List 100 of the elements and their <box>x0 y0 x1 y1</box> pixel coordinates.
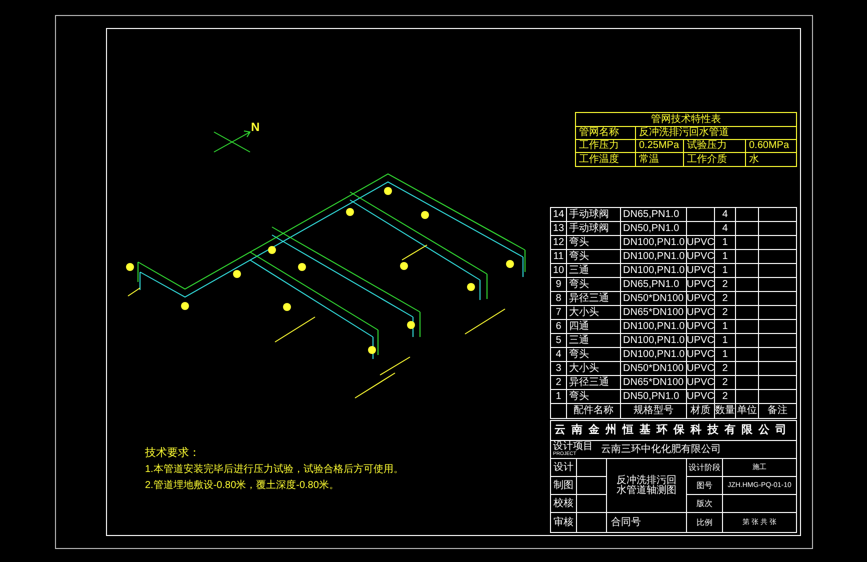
table-cell: 2 <box>556 378 562 388</box>
table-cell: 弯头 <box>569 280 589 290</box>
table-cell: 弯头 <box>569 350 589 360</box>
table-cell: UPVC <box>686 378 714 388</box>
table-cell: 4 <box>556 350 562 360</box>
table-cell: 四通 <box>569 322 589 332</box>
table-cell: 1 <box>722 322 728 332</box>
north-arrow-icon <box>214 130 251 152</box>
table-cell: 4 <box>722 224 728 234</box>
table-cell: 9 <box>556 280 562 290</box>
table-cell: DN100,PN1.0 <box>623 336 685 346</box>
table-cell: UPVC <box>686 294 714 304</box>
company-name: 云南金州恒基环保科技有限公司 <box>554 425 792 436</box>
table-cell: 1 <box>722 266 728 276</box>
table-cell: DN100,PN1.0 <box>623 252 685 262</box>
note-text: 1.本管道安装完毕后进行压力试验，试验合格后方可使用。 <box>145 465 404 475</box>
field-label: 设计阶段 <box>688 464 720 472</box>
field-label: 审核 <box>554 518 574 528</box>
table-cell: 3 <box>556 364 562 374</box>
table-cell: 异径三通 <box>569 378 609 388</box>
table-cell: 常温 <box>636 153 684 166</box>
table-cell: DN100,PN1.0 <box>623 322 685 332</box>
table-cell: 三通 <box>569 266 589 276</box>
table-cell: 大小头 <box>569 308 599 318</box>
table-cell: 工作介质 <box>684 153 746 166</box>
column-header: 数量 <box>715 406 735 416</box>
table-cell: 2 <box>722 294 728 304</box>
column-header: 单位 <box>737 406 757 416</box>
field-label: 比例 <box>696 518 712 526</box>
table-cell: 工作压力 <box>576 140 636 152</box>
column-header: 配件名称 <box>574 406 614 416</box>
table-cell: UPVC <box>686 336 714 346</box>
table-cell: DN65,PN1.0 <box>623 210 680 220</box>
table-cell: 7 <box>556 308 562 318</box>
table-cell: 2 <box>722 392 728 402</box>
table-cell: 工作温度 <box>576 153 636 166</box>
table-cell-text: 0.60MPa <box>748 140 790 152</box>
drawing-title: 反冲洗排污回水管道轴测图 <box>616 476 678 496</box>
field-label: 版次 <box>696 500 712 508</box>
table-cell: 11 <box>553 252 564 262</box>
table-cell: 异径三通 <box>569 294 609 304</box>
table-cell: UPVC <box>686 322 714 332</box>
table-cell: 2 <box>722 378 728 388</box>
table-cell: 手动球阀 <box>569 210 609 220</box>
field-label: 图号 <box>696 482 712 490</box>
table-cell: 弯头 <box>569 238 589 248</box>
table-cell: DN65,PN1.0 <box>623 280 680 290</box>
column-header: 材质 <box>690 406 710 416</box>
field-label: 校核 <box>554 498 574 508</box>
table-cell: UPVC <box>686 308 714 318</box>
project-name: 云南三环中化化肥有限公司 <box>601 444 721 454</box>
table-cell: UPVC <box>686 392 714 402</box>
table-cell: UPVC <box>686 238 714 248</box>
table-cell: UPVC <box>686 280 714 290</box>
table-cell: 1 <box>722 238 728 248</box>
table-cell: DN50,PN1.0 <box>623 224 680 234</box>
table-cell: 2 <box>722 364 728 374</box>
table-cell: 13 <box>552 224 564 234</box>
table-cell: UPVC <box>686 252 714 262</box>
table-cell: UPVC <box>686 364 714 374</box>
note-text: 2.管道埋地敷设-0.80米，覆土深度-0.80米。 <box>145 481 340 491</box>
notes-title: 技术要求： <box>145 448 201 459</box>
field-label: 设计 <box>554 462 574 472</box>
table-cell: DN50*DN100 <box>623 364 684 374</box>
table-cell: 弯头 <box>569 252 589 262</box>
table-cell: 14 <box>552 210 564 220</box>
table-cell-text: 水 <box>748 153 760 166</box>
table-cell: DN100,PN1.0 <box>623 238 685 248</box>
table-cell: 大小头 <box>569 364 599 374</box>
table-cell: DN65*DN100 <box>623 308 684 318</box>
field-label: 合同号 <box>611 518 641 528</box>
table-cell: DN65*DN100 <box>623 378 684 388</box>
table-cell: 1 <box>722 350 728 360</box>
table-cell: 三通 <box>569 336 589 346</box>
north-label: N <box>251 121 260 133</box>
table-cell: 2 <box>722 308 728 318</box>
table-cell: DN100,PN1.0 <box>623 350 685 360</box>
table-cell: DN50,PN1.0 <box>623 392 680 402</box>
table-cell: 1 <box>722 336 728 346</box>
field-label: 制图 <box>554 480 574 490</box>
table-cell: UPVC <box>686 350 714 360</box>
table-cell: 管网名称 <box>576 127 636 139</box>
table-cell: 2 <box>722 280 728 290</box>
table-cell: 试验压力 <box>684 140 746 152</box>
table-cell: 手动球阀 <box>569 224 609 234</box>
table-cell: 弯头 <box>569 392 589 402</box>
table-cell: 10 <box>552 266 564 276</box>
table-cell: 12 <box>552 238 564 248</box>
field-label: 设计项目 <box>553 442 593 452</box>
table-cell: 5 <box>556 336 562 346</box>
table-cell: DN100,PN1.0 <box>623 266 685 276</box>
table-cell: UPVC <box>686 266 714 276</box>
table-title: 管网技术特性表 <box>576 113 796 127</box>
column-header: 备注 <box>768 406 788 416</box>
column-header: 规格型号 <box>634 406 674 416</box>
table-cell: DN50*DN100 <box>623 294 684 304</box>
table-cell-text: 反冲洗排污回水管道 <box>638 127 730 139</box>
table-cell: 6 <box>556 322 562 332</box>
table-cell: 1 <box>722 252 728 262</box>
table-cell: 4 <box>722 210 728 220</box>
